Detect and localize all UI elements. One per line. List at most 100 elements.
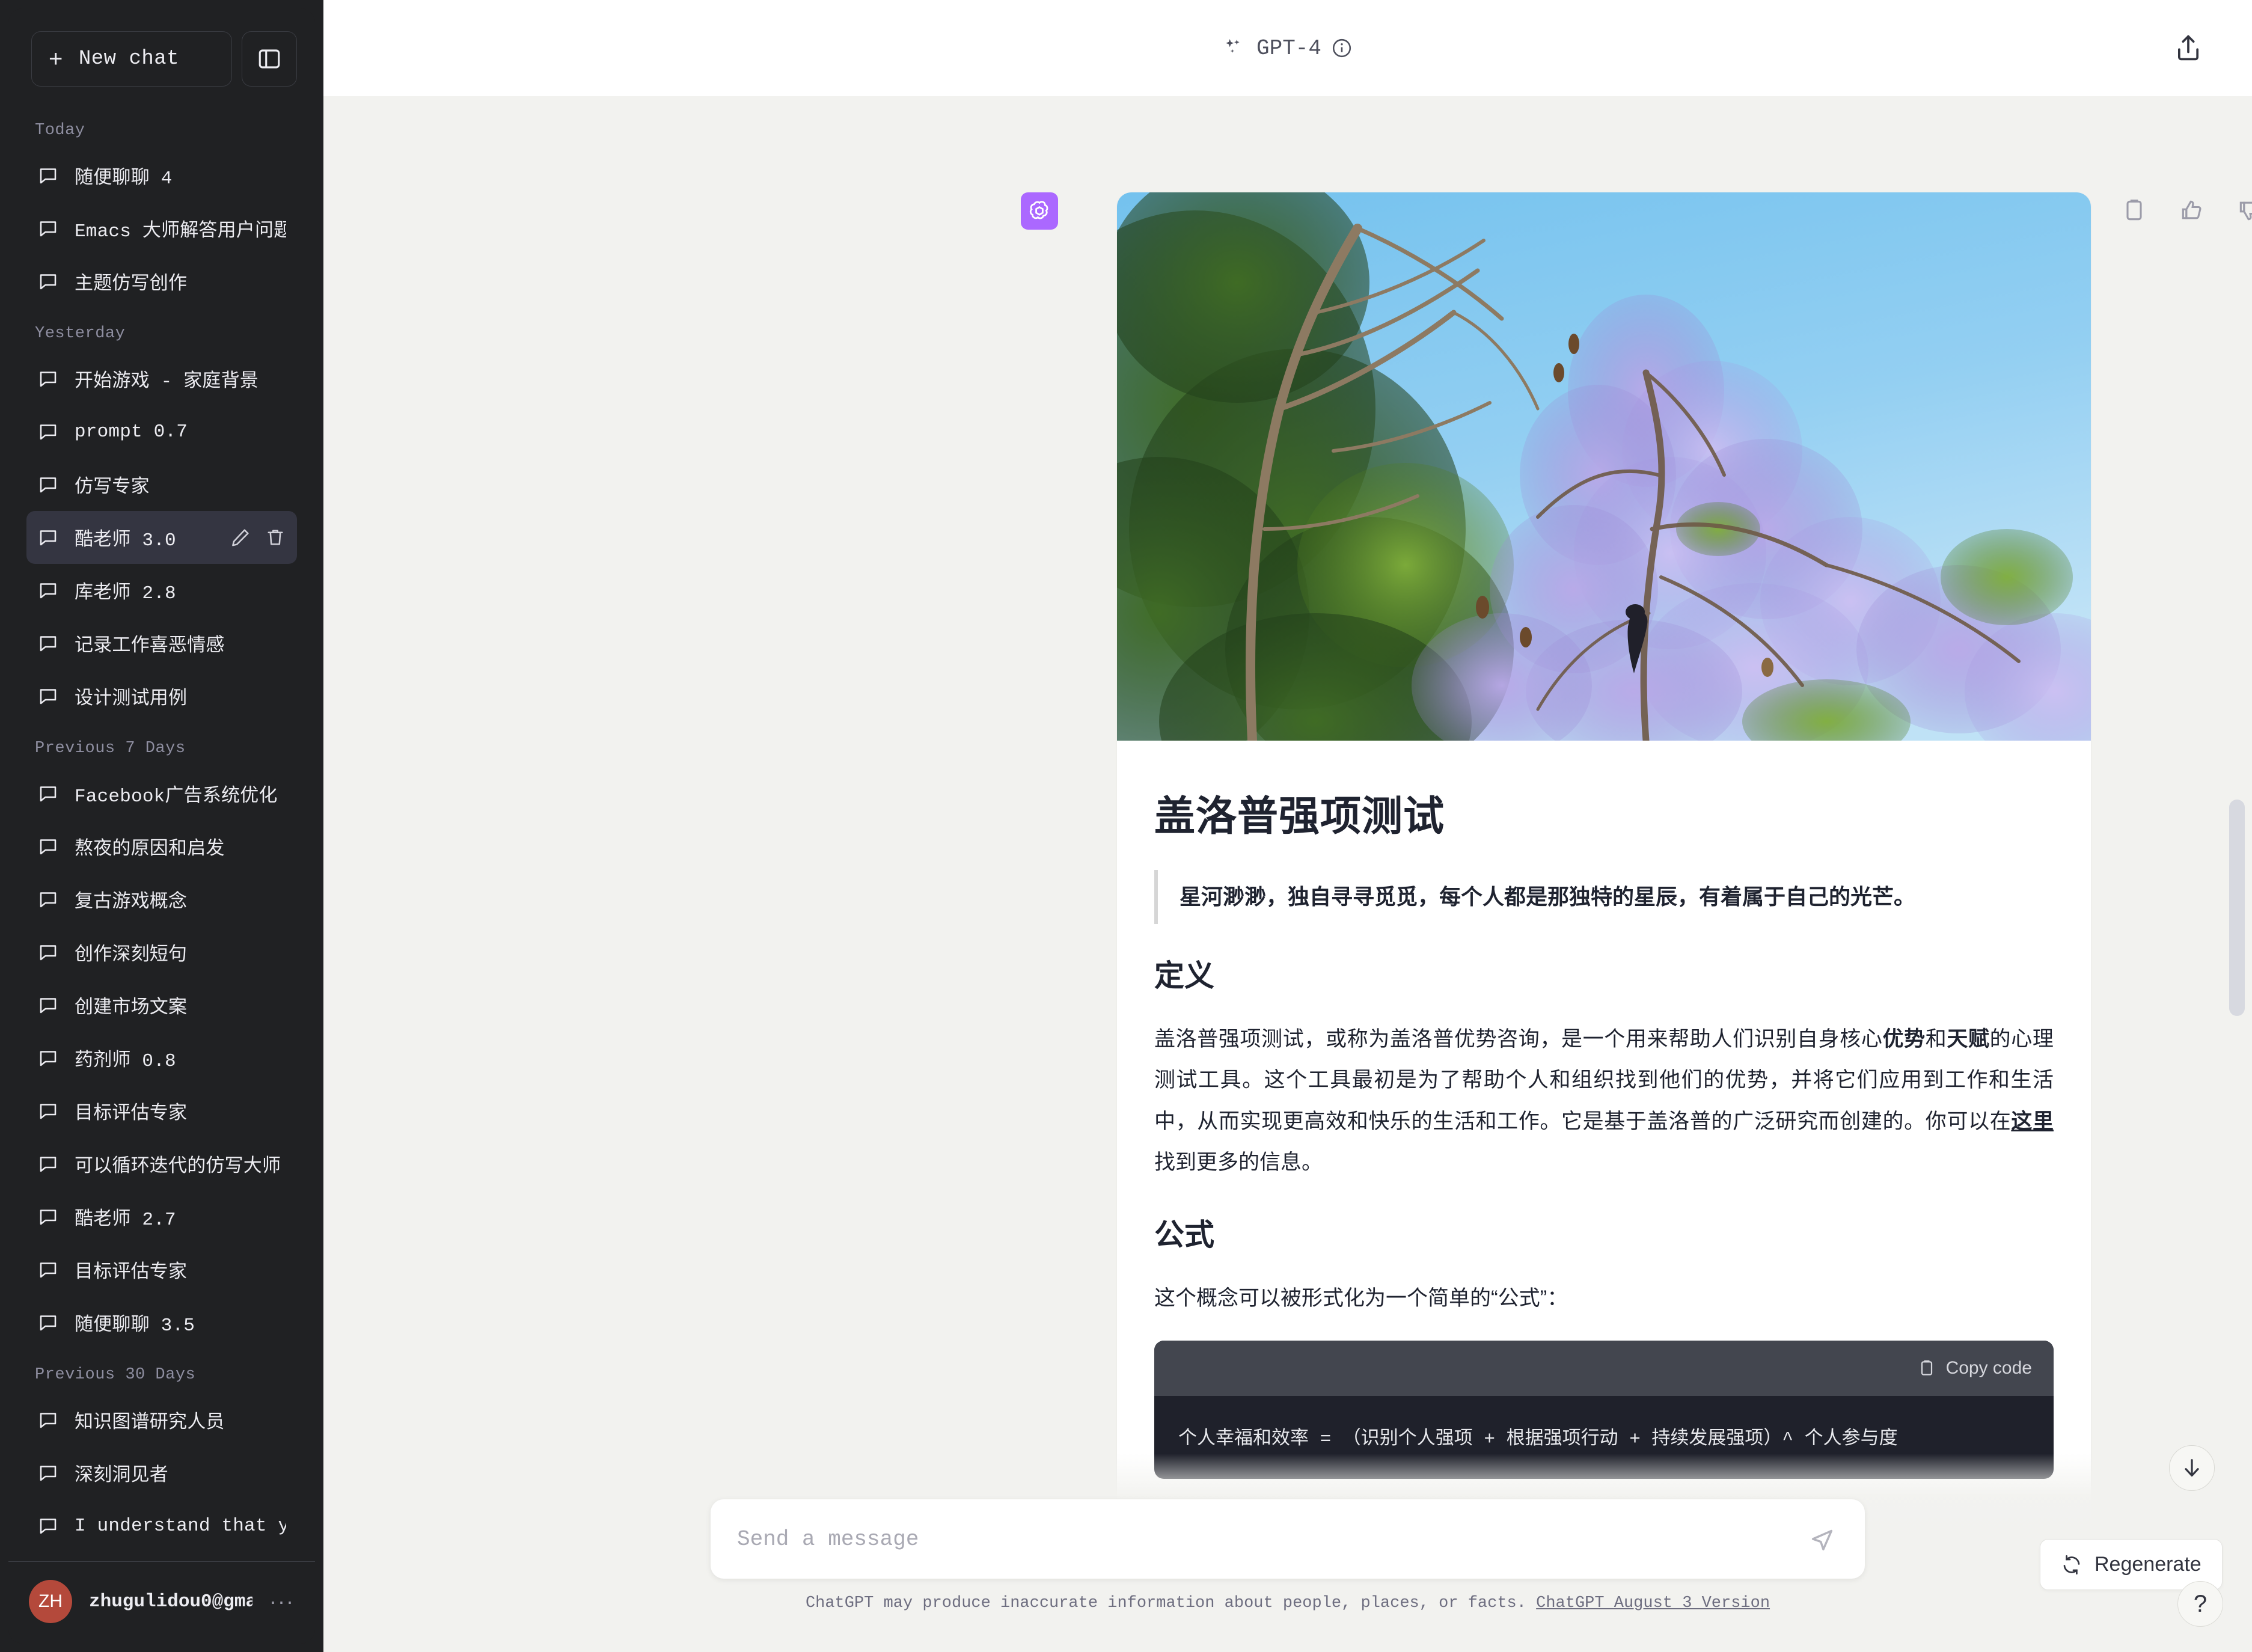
- conversation-title: 可以循环迭代的仿写大师: [75, 1157, 281, 1178]
- conversation-title: 随便聊聊 3.5: [75, 1315, 195, 1336]
- chat-bubble-icon: [40, 477, 57, 493]
- scroll-to-bottom-button[interactable]: [2169, 1445, 2215, 1491]
- conversation-item[interactable]: 复古游戏概念: [26, 873, 297, 926]
- top-bar: GPT-4: [323, 0, 2252, 96]
- conversation-item[interactable]: 知识图谱研究人员: [26, 1393, 297, 1446]
- conversation-title: 复古游戏概念: [75, 892, 188, 913]
- conversation-item[interactable]: 随便聊聊 3.5: [26, 1296, 297, 1349]
- refresh-icon: [2063, 1555, 2080, 1574]
- quote-text: 星河渺渺，独自寻寻觅觅，每个人都是那独特的星辰，有着属于自己的光芒。: [1180, 884, 1916, 909]
- chat-bubble-icon: [40, 221, 57, 237]
- message-composer[interactable]: [711, 1499, 1865, 1579]
- conversation-item[interactable]: 目标评估专家: [26, 1085, 297, 1137]
- footer-disclaimer: ChatGPT may produce inaccurate informati…: [806, 1594, 1770, 1612]
- conversation-title: 药剂师 0.8: [75, 1051, 176, 1072]
- conversation-item[interactable]: 药剂师 0.8: [26, 1032, 297, 1085]
- search-input[interactable]: [737, 1526, 1806, 1552]
- conversation-title: 酷老师 3.0: [75, 530, 176, 551]
- disclaimer-text: ChatGPT may produce inaccurate informati…: [805, 1594, 1526, 1612]
- sidebar-header: + New chat: [8, 8, 315, 97]
- chat-bubble-icon: [40, 424, 57, 440]
- regenerate-label: Regenerate: [2094, 1553, 2202, 1576]
- copy-icon[interactable]: [2121, 197, 2147, 224]
- sidebar-toggle-button[interactable]: [242, 31, 297, 87]
- new-chat-button[interactable]: + New chat: [31, 31, 232, 87]
- send-button[interactable]: [1806, 1523, 1838, 1555]
- chat-bubble-icon: [40, 892, 57, 908]
- delete-icon[interactable]: [265, 527, 286, 548]
- help-button[interactable]: ?: [2177, 1581, 2223, 1627]
- conversation-item[interactable]: 酷老师 2.7: [26, 1190, 297, 1243]
- edit-icon[interactable]: [230, 527, 251, 548]
- conversation-title: I understand that yo: [75, 1515, 286, 1537]
- conversation-title: 知识图谱研究人员: [75, 1413, 225, 1434]
- new-chat-label: New chat: [78, 47, 180, 70]
- conversation-item[interactable]: 成长型思维文章列表: [26, 1552, 297, 1561]
- conversation-item-actions[interactable]: [230, 527, 286, 548]
- conversation-item[interactable]: 可以循环迭代的仿写大师: [26, 1137, 297, 1190]
- quote-block: 星河渺渺，独自寻寻觅觅，每个人都是那独特的星辰，有着属于自己的光芒。: [1154, 870, 2054, 924]
- chat-bubble-icon: [40, 998, 57, 1014]
- chat-bubble-icon: [40, 839, 57, 855]
- plus-icon: +: [49, 46, 63, 72]
- conversation-item[interactable]: 深刻洞见者: [26, 1446, 297, 1499]
- conversation-title: 记录工作喜恶情感: [75, 636, 225, 657]
- conversation-item[interactable]: 随便聊聊 4: [26, 149, 297, 202]
- conversation-item[interactable]: 设计测试用例: [26, 670, 297, 723]
- chat-bubble-icon: [40, 1262, 57, 1278]
- sparkles-icon: [1225, 39, 1240, 53]
- section-heading-definition: 定义: [1154, 959, 1214, 993]
- chat-bubble-icon: [40, 1104, 57, 1119]
- conversation-item[interactable]: Facebook广告系统优化: [26, 767, 297, 820]
- conversation-list[interactable]: Today 随便聊聊 4 Emacs 大师解答用户问题 主题仿写创作 Yesterday…: [8, 97, 315, 1561]
- conversation-item[interactable]: 创建市场文案: [26, 979, 297, 1032]
- conversation-group-label: Today: [35, 121, 85, 139]
- code-block-header: Copy code: [1154, 1341, 2054, 1397]
- conversation-title: Facebook广告系统优化: [75, 786, 278, 807]
- vertical-scrollbar[interactable]: [2229, 800, 2245, 1016]
- conversation-item[interactable]: 主题仿写创作: [26, 255, 297, 308]
- chat-bubble-icon: [40, 1466, 57, 1481]
- conversation-title: 创建市场文案: [75, 998, 188, 1019]
- conversation-item[interactable]: 创作深刻短句: [26, 926, 297, 979]
- sidebar-panel-icon: [259, 49, 280, 69]
- conversation-title: 随便聊聊 4: [75, 168, 173, 189]
- conversation-scroll-area[interactable]: 盖洛普强项测试 星河渺渺，独自寻寻觅觅，每个人都是那独特的星辰，有着属于自己的光…: [323, 96, 2252, 1652]
- conversation-item[interactable]: 开始游戏 - 家庭背景: [26, 352, 297, 405]
- assistant-message: 盖洛普强项测试 星河渺渺，独自寻寻觅觅，每个人都是那独特的星辰，有着属于自己的光…: [1117, 192, 2091, 1652]
- page-title: 盖洛普强项测试: [1154, 794, 1445, 839]
- conversation-item[interactable]: 熬夜的原因和启发: [26, 820, 297, 873]
- conversation-title: 主题仿写创作: [75, 274, 188, 295]
- conversation-group-label: Previous 7 Days: [35, 739, 186, 757]
- conversation-item[interactable]: 酷老师 3.0: [26, 511, 297, 564]
- thumbs-up-icon[interactable]: [2179, 197, 2205, 224]
- info-icon[interactable]: [1331, 37, 1353, 59]
- copy-code-button[interactable]: Copy code: [1917, 1358, 2032, 1378]
- chat-bubble-icon: [40, 1315, 57, 1331]
- message-actions[interactable]: [2121, 197, 2252, 224]
- conversation-item[interactable]: 仿写专家: [26, 458, 297, 511]
- paragraph-formula-lead: 这个概念可以被形式化为一个简单的“公式”：: [1154, 1286, 1568, 1310]
- conversation-item[interactable]: Emacs 大师解答用户问题: [26, 202, 297, 255]
- version-link[interactable]: ChatGPT August 3 Version: [1536, 1594, 1770, 1612]
- conversation-item[interactable]: prompt 0.7: [26, 405, 297, 458]
- inline-link[interactable]: 这里: [2011, 1110, 2054, 1133]
- conversation-item[interactable]: 库老师 2.8: [26, 564, 297, 617]
- account-button[interactable]: ZH zhugulidou0@gmail ···: [8, 1561, 315, 1644]
- conversation-title: 深刻洞见者: [75, 1466, 168, 1487]
- chat-bubble-icon: [40, 583, 57, 599]
- conversation-item[interactable]: 目标评估专家: [26, 1243, 297, 1296]
- conversation-item[interactable]: 记录工作喜恶情感: [26, 617, 297, 670]
- paragraph-definition: 盖洛普强项测试，或称为盖洛普优势咨询，是一个用来帮助人们识别自身核心优势和天赋的…: [1154, 1019, 2054, 1183]
- conversation-item[interactable]: I understand that yo: [26, 1499, 297, 1552]
- assistant-avatar: [1021, 192, 1058, 230]
- sidebar: + New chat Today 随便聊聊 4 Emacs 大师解答用户问题 主题仿写…: [0, 0, 323, 1652]
- thumbs-down-icon[interactable]: [2236, 197, 2252, 224]
- share-button[interactable]: [2167, 26, 2210, 70]
- conversation-title: 仿写专家: [75, 477, 150, 498]
- conversation-title: Emacs 大师解答用户问题: [75, 221, 286, 242]
- model-selector[interactable]: GPT-4: [1223, 36, 1353, 61]
- conversation-title: 创作深刻短句: [75, 945, 188, 966]
- conversation-title: 熬夜的原因和启发: [75, 839, 225, 860]
- account-menu-dots-icon[interactable]: ···: [269, 1590, 295, 1612]
